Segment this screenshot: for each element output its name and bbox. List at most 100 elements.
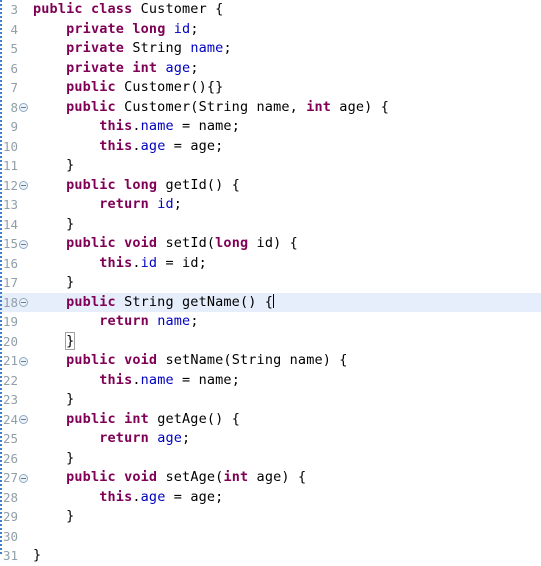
- line-number: 24: [2, 411, 18, 427]
- code-text[interactable]: public void setId(long id) {: [33, 234, 298, 254]
- code-token: = name;: [173, 118, 240, 134]
- code-text[interactable]: public Customer(){}: [33, 78, 223, 98]
- code-text[interactable]: public class Customer {: [33, 0, 223, 20]
- code-editor[interactable]: 3 public class Customer {4 private long i…: [0, 0, 541, 563]
- fold-collapse-icon[interactable]: [19, 473, 28, 483]
- code-lines-container[interactable]: 3 public class Customer {4 private long i…: [0, 0, 541, 566]
- code-text[interactable]: this.name = name;: [33, 371, 240, 391]
- code-line[interactable]: 20 }: [0, 331, 541, 352]
- line-number: 6: [10, 60, 18, 76]
- code-line[interactable]: 19 return name;: [0, 312, 541, 332]
- code-text[interactable]: private long id;: [33, 20, 199, 40]
- code-token: ;: [223, 40, 232, 56]
- code-line[interactable]: 12 public long getId() {: [0, 176, 541, 196]
- code-line[interactable]: 3 public class Customer {: [0, 0, 541, 20]
- code-token: ;: [173, 196, 183, 212]
- code-line[interactable]: 6 private int age;: [0, 59, 541, 79]
- code-line[interactable]: 5 private String name;: [0, 39, 541, 59]
- code-token: public: [66, 235, 116, 251]
- code-text[interactable]: return id;: [33, 195, 182, 215]
- code-line[interactable]: 16 this.id = id;: [0, 254, 541, 274]
- line-number: 27: [2, 470, 18, 485]
- code-line[interactable]: 29 }: [0, 507, 541, 527]
- code-text[interactable]: }: [33, 390, 74, 410]
- line-gutter: 14: [0, 215, 33, 235]
- code-line[interactable]: 23 }: [0, 390, 541, 410]
- line-number: 11: [2, 158, 18, 173]
- code-line[interactable]: 27 public void setAge(int age) {: [0, 468, 541, 488]
- code-token: String getName() {: [115, 293, 274, 310]
- code-line[interactable]: 30: [0, 527, 541, 547]
- code-text[interactable]: }: [33, 215, 74, 235]
- line-gutter: 23: [0, 390, 33, 410]
- code-line[interactable]: 18 public String getName() {: [0, 292, 541, 313]
- line-number: 18: [2, 294, 18, 310]
- code-line[interactable]: 25 return age;: [0, 429, 541, 449]
- code-token: return: [99, 196, 149, 212]
- code-token: int: [223, 469, 249, 485]
- fold-collapse-icon[interactable]: [19, 415, 28, 424]
- code-token: private: [66, 20, 125, 37]
- code-text[interactable]: private int age;: [33, 59, 199, 79]
- code-line[interactable]: 22 this.name = name;: [0, 371, 541, 391]
- code-text[interactable]: return age;: [33, 429, 190, 449]
- code-text[interactable]: }: [33, 273, 74, 293]
- code-line[interactable]: 10 this.age = age;: [0, 137, 541, 157]
- code-line[interactable]: 21 public void setName(String name) {: [0, 351, 541, 371]
- code-text[interactable]: public void setName(String name) {: [33, 351, 348, 371]
- code-line[interactable]: 28 this.age = age;: [0, 488, 541, 508]
- fold-collapse-icon[interactable]: [19, 181, 28, 190]
- code-token: public: [66, 176, 116, 193]
- line-number: 21: [2, 353, 18, 368]
- code-text[interactable]: }: [33, 507, 74, 527]
- code-token: = name;: [173, 371, 240, 388]
- line-number: 10: [2, 138, 18, 154]
- code-text[interactable]: this.age = age;: [33, 488, 223, 508]
- code-token: public: [66, 293, 116, 310]
- code-text[interactable]: public String getName() {: [33, 293, 275, 313]
- fold-collapse-icon[interactable]: [19, 298, 28, 307]
- code-line[interactable]: 26 }: [0, 449, 541, 469]
- code-text[interactable]: }: [33, 156, 74, 176]
- code-line[interactable]: 9 this.name = name;: [0, 117, 541, 137]
- code-text[interactable]: public Customer(String name, int age) {: [33, 98, 389, 118]
- code-line[interactable]: 7 public Customer(){}: [0, 78, 541, 98]
- code-line[interactable]: 4 private long id;: [0, 20, 541, 40]
- code-text[interactable]: }: [33, 449, 74, 469]
- line-number: 5: [10, 41, 18, 56]
- fold-collapse-icon[interactable]: [19, 103, 28, 112]
- line-gutter: 26: [0, 449, 33, 469]
- code-text[interactable]: public int getAge() {: [33, 410, 240, 430]
- code-line[interactable]: 8 public Customer(String name, int age) …: [0, 98, 541, 118]
- code-text[interactable]: private String name;: [33, 39, 232, 59]
- code-line[interactable]: 24 public int getAge() {: [0, 410, 541, 430]
- line-number: 20: [2, 333, 18, 349]
- code-text[interactable]: this.age = age;: [33, 137, 223, 157]
- code-text[interactable]: public long getId() {: [33, 176, 240, 196]
- code-line[interactable]: 17 }: [0, 273, 541, 293]
- code-text[interactable]: this.name = name;: [33, 117, 240, 137]
- fold-collapse-icon[interactable]: [19, 356, 28, 366]
- code-line[interactable]: 14 }: [0, 215, 541, 235]
- code-text[interactable]: public void setAge(int age) {: [33, 468, 306, 488]
- code-token: Customer(String name,: [115, 98, 307, 115]
- code-text[interactable]: return name;: [33, 312, 199, 332]
- code-line[interactable]: 13 return id;: [0, 195, 541, 215]
- line-number: 29: [2, 509, 18, 524]
- code-line[interactable]: 15 public void setId(long id) {: [0, 234, 541, 254]
- fold-collapse-icon[interactable]: [19, 239, 28, 249]
- code-token: age: [157, 430, 183, 446]
- code-token: this: [99, 488, 133, 505]
- code-text[interactable]: this.id = id;: [33, 254, 207, 274]
- code-text[interactable]: }: [33, 331, 76, 352]
- code-line[interactable]: 11 }: [0, 156, 541, 176]
